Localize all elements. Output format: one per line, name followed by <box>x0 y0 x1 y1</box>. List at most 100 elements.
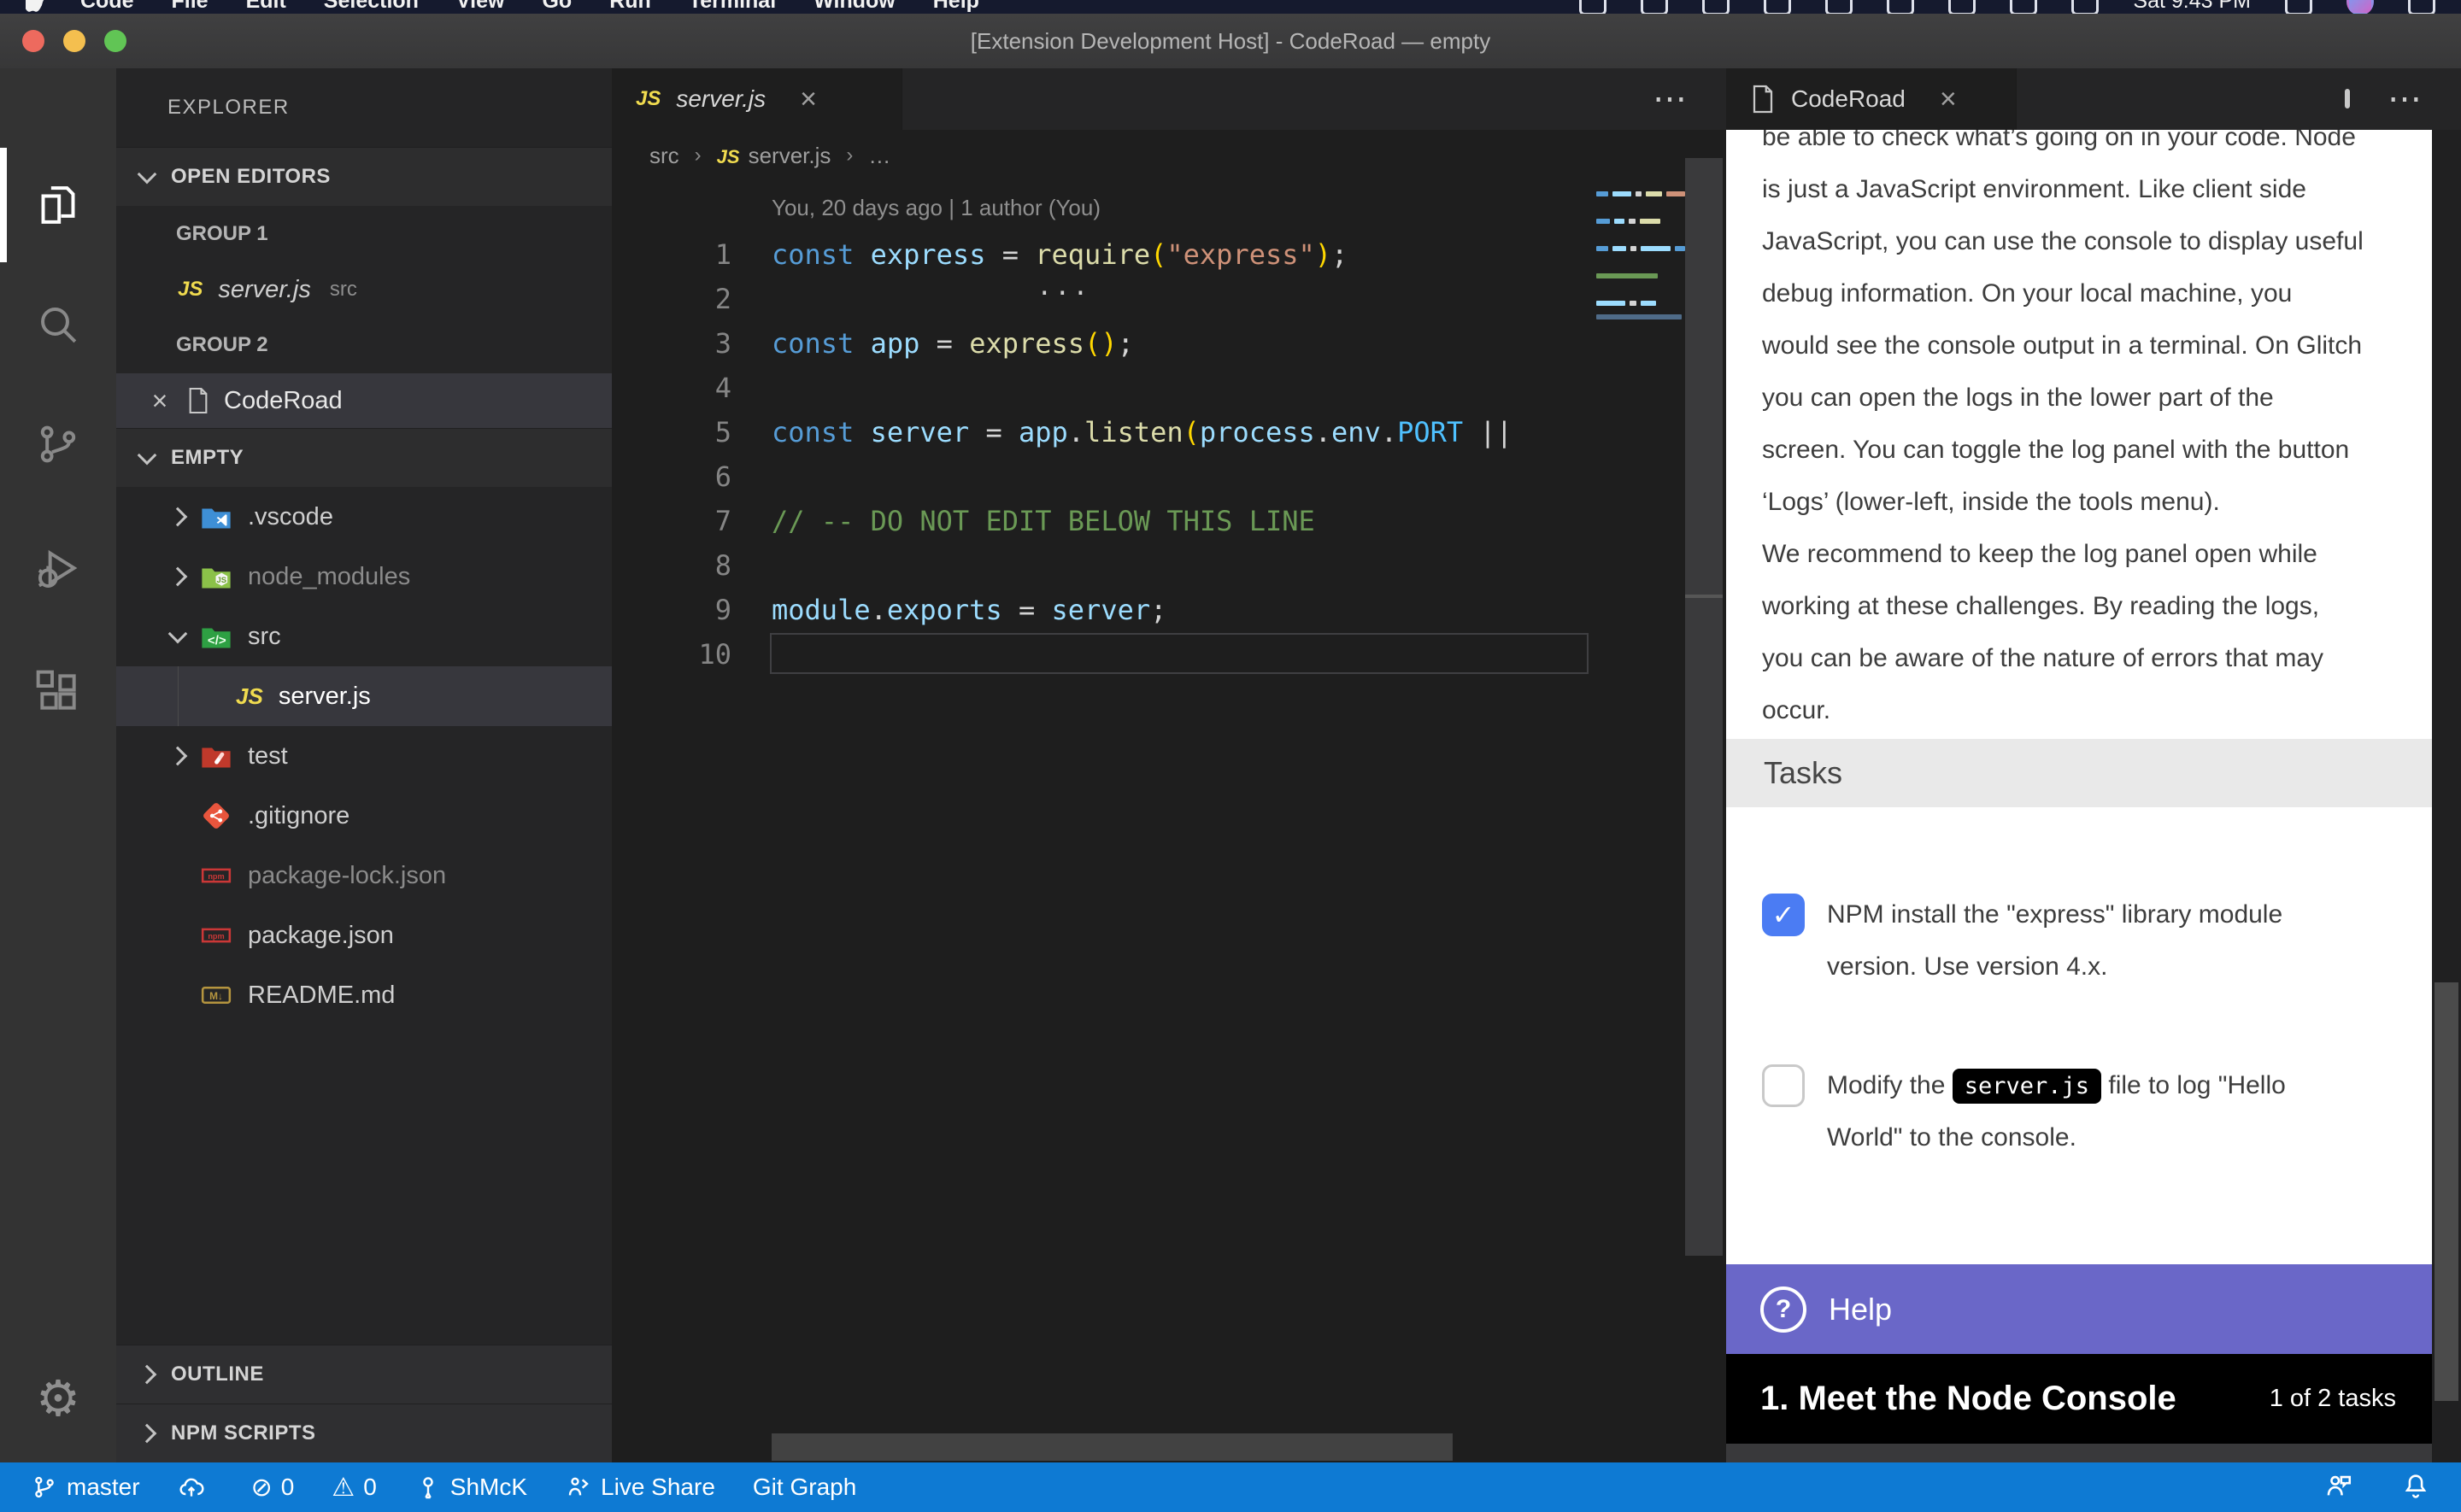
window-title-bar[interactable]: [Extension Development Host] - CodeRoad … <box>0 14 2461 69</box>
tree-item-label: src <box>248 623 281 651</box>
code-line-3[interactable]: 3const app = express(); <box>612 321 1726 366</box>
code-line-8[interactable]: 8 <box>612 543 1726 588</box>
horizontal-scrollbar[interactable] <box>772 1433 1453 1461</box>
tree-item--gitignore[interactable]: .gitignore <box>116 786 612 846</box>
tab-server-js[interactable]: JS server.js × <box>612 68 902 130</box>
status-0[interactable]: ⊘0 <box>251 1473 295 1503</box>
lesson-step-bar[interactable]: 1. Meet the Node Console 1 of 2 tasks <box>1726 1354 2434 1444</box>
lesson-text-line: would see the console output in a termin… <box>1762 319 2396 372</box>
cursor-icon[interactable] <box>1764 0 1791 14</box>
open-editors-section-header[interactable]: OPEN EDITORS <box>116 147 612 206</box>
pencil-icon[interactable] <box>1887 0 1914 14</box>
folder-section-header[interactable]: EMPTY <box>116 428 612 487</box>
menu-item-terminal[interactable]: Terminal <box>689 0 776 14</box>
code-line-7[interactable]: 7// -- DO NOT EDIT BELOW THIS LINE <box>612 499 1726 543</box>
battery-icon[interactable] <box>2071 0 2099 14</box>
tasks-section-header: Tasks <box>1726 739 2432 807</box>
code-line-1[interactable]: 1const express = require("express"); <box>612 232 1726 277</box>
split-editor-icon[interactable] <box>2345 91 2350 107</box>
spotlight-search-icon[interactable] <box>2285 0 2312 14</box>
menu-item-go[interactable]: Go <box>542 0 572 14</box>
breadcrumb-item[interactable]: src <box>649 143 679 169</box>
activity-search-icon[interactable] <box>0 261 116 389</box>
status-label: ShMcK <box>450 1474 527 1501</box>
app-status-icon[interactable] <box>1579 0 1606 14</box>
close-editor-icon[interactable]: × <box>147 385 173 417</box>
status-master[interactable]: master <box>31 1474 140 1501</box>
code-area[interactable]: 1const express = require("express");23co… <box>612 232 1726 677</box>
more-actions-icon[interactable]: ⋯ <box>2388 79 2423 119</box>
help-bar[interactable]: Help <box>1726 1264 2434 1354</box>
section-npm-scripts[interactable]: NPM SCRIPTS <box>116 1404 612 1462</box>
close-tab-icon[interactable]: × <box>800 83 817 116</box>
minimap[interactable] <box>1591 188 1685 325</box>
git-blame-codelens[interactable]: You, 20 days ago | 1 author (You) <box>772 195 1101 221</box>
scrollbar-thumb[interactable] <box>2435 982 2458 1401</box>
menu-item-run[interactable]: Run <box>609 0 651 14</box>
activity-explorer-icon[interactable] <box>0 141 116 269</box>
activity-run-debug-icon[interactable] <box>0 504 116 632</box>
settings-gear-icon[interactable]: ⚙ <box>0 1351 116 1445</box>
shield-icon[interactable] <box>1702 0 1730 14</box>
tree-item-test[interactable]: test <box>116 726 612 786</box>
menubar-clock[interactable]: Sat 9:43 PM <box>2133 0 2251 14</box>
switch-icon[interactable] <box>2010 0 2037 14</box>
open-editor-item-coderoad[interactable]: ×CodeRoad <box>116 373 612 428</box>
status-git-graph[interactable]: Git Graph <box>753 1474 856 1501</box>
webview-tab-bar: CodeRoad × ⋯ <box>1726 68 2461 130</box>
window-title: [Extension Development Host] - CodeRoad … <box>0 14 2461 68</box>
apple-icon[interactable] <box>26 0 44 14</box>
tab-coderoad[interactable]: CodeRoad × <box>1726 68 2017 130</box>
tree-item-server-js[interactable]: JSserver.js <box>116 666 612 726</box>
more-actions-icon[interactable]: ⋯ <box>1653 79 1689 119</box>
code-token: // -- DO NOT EDIT BELOW THIS LINE <box>772 505 1315 537</box>
svg-text:npm: npm <box>208 932 224 941</box>
shield-icon[interactable] <box>1641 0 1668 14</box>
code-line-6[interactable]: 6 <box>612 454 1726 499</box>
tree-item-label: server.js <box>279 683 371 711</box>
tree-item-src[interactable]: </>src <box>116 607 612 666</box>
status-cloud-upload-icon[interactable] <box>178 1474 214 1501</box>
code-line-10[interactable]: 10 <box>612 632 1726 677</box>
task-checkbox[interactable] <box>1762 1064 1805 1107</box>
breadcrumb-item[interactable]: JSserver.js <box>717 143 831 169</box>
feedback-icon[interactable] <box>2324 1471 2353 1504</box>
menu-item-help[interactable]: Help <box>933 0 979 14</box>
bell-icon[interactable] <box>2401 1471 2430 1504</box>
vertical-scrollbar[interactable] <box>2432 130 2461 1462</box>
code-line-9[interactable]: 9module.exports = server; <box>612 588 1726 632</box>
open-editor-item-server-js[interactable]: JSserver.jssrc <box>116 262 612 317</box>
menu-item-selection[interactable]: Selection <box>324 0 419 14</box>
menu-item-file[interactable]: File <box>172 0 209 14</box>
status-shmck[interactable]: ShMcK <box>414 1474 527 1501</box>
tree-item-package-lock-json[interactable]: npmpackage-lock.json <box>116 846 612 905</box>
code-line-2[interactable]: 2 <box>612 277 1726 321</box>
code-line-5[interactable]: 5const server = app.listen(process.env.P… <box>612 410 1726 454</box>
activity-extensions-icon[interactable] <box>0 628 116 756</box>
tree-item-package-json[interactable]: npmpackage.json <box>116 905 612 965</box>
menu-item-edit[interactable]: Edit <box>246 0 286 14</box>
tree-item-node_modules[interactable]: JSnode_modules <box>116 547 612 607</box>
code-token: express <box>871 238 986 271</box>
play-icon[interactable] <box>1825 0 1853 14</box>
section-outline[interactable]: OUTLINE <box>116 1345 612 1404</box>
task-checkbox-checked[interactable] <box>1762 894 1805 936</box>
tree-item--vscode[interactable]: .vscode <box>116 487 612 547</box>
close-tab-icon[interactable]: × <box>1940 83 1957 116</box>
status-live-share[interactable]: Live Share <box>565 1474 715 1501</box>
status-0[interactable]: ⚠0 <box>332 1473 376 1503</box>
tree-item-readme-md[interactable]: M↓README.md <box>116 965 612 1025</box>
breadcrumb-item[interactable]: … <box>868 143 890 169</box>
activity-source-control-icon[interactable] <box>0 380 116 508</box>
editor-overview-ruler[interactable] <box>1685 158 1723 1256</box>
minimap-token <box>1641 301 1656 306</box>
breadcrumb[interactable]: src›JSserver.js›… <box>612 130 1726 181</box>
control-center-icon[interactable] <box>2408 0 2435 14</box>
menu-item-window[interactable]: Window <box>813 0 896 14</box>
menu-item-code[interactable]: Code <box>80 0 134 14</box>
siri-icon[interactable] <box>2346 0 2374 14</box>
code-token: ; <box>1150 594 1166 626</box>
volume-icon[interactable] <box>1948 0 1976 14</box>
code-line-4[interactable]: 4 <box>612 366 1726 410</box>
menu-item-view[interactable]: View <box>456 0 505 14</box>
